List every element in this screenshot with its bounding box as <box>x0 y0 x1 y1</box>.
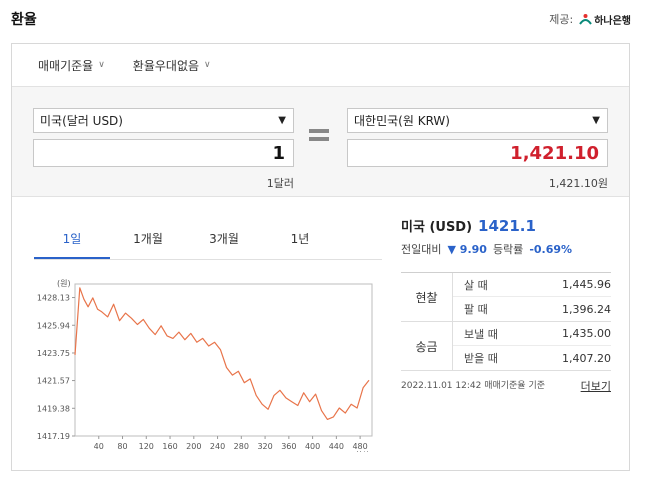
rate-footer: 2022.11.01 12:42 매매기준율 기준 더보기 <box>401 378 611 394</box>
chevron-down-icon: ∨ <box>98 60 105 70</box>
to-currency-select[interactable]: 대한민국(원 KRW) ▼ <box>347 108 608 133</box>
period-tabs: 1일 1개월 3개월 1년 <box>34 220 382 260</box>
rate-summary: 미국 (USD) 1421.1 전일대비 ▼ 9.90 등락률 -0.69% <box>401 216 611 257</box>
row-value: 1,445.96 <box>562 278 611 291</box>
equals-icon <box>309 129 329 145</box>
table-row: 보낼 때 1,435.00 <box>453 322 611 346</box>
change-amount: 9.90 <box>459 242 487 256</box>
row-label: 팔 때 <box>464 303 488 316</box>
row-label: 보낼 때 <box>464 327 498 341</box>
tab-1-month[interactable]: 1개월 <box>110 220 186 259</box>
hana-logo-icon <box>579 13 593 25</box>
x-tick-label: 80 <box>117 442 127 451</box>
change-rate-label: 등락률 <box>492 243 524 256</box>
x-tick-label: 440 <box>329 442 344 451</box>
converter: 미국(달러 USD) ▼ 1 1달러 대한민국(원 KRW) ▼ 1,421.1… <box>12 87 629 197</box>
y-tick-label: 1421.57 <box>37 377 70 386</box>
to-amount-input[interactable]: 1,421.10 <box>347 139 608 167</box>
x-unit-label: (회차) <box>352 451 373 452</box>
to-box: 대한민국(원 KRW) ▼ 1,421.10 1,421.10원 <box>347 108 608 191</box>
x-tick-label: 320 <box>257 442 272 451</box>
more-link[interactable]: 더보기 <box>581 378 611 394</box>
change-percent: -0.69% <box>529 242 573 256</box>
change-label: 전일대비 <box>401 243 442 256</box>
tab-3-months[interactable]: 3개월 <box>186 220 262 259</box>
x-tick-label: 480 <box>352 442 367 451</box>
to-amount-text: 1,421.10원 <box>548 177 608 190</box>
preference-dropdown[interactable]: 환율우대없음 ∨ <box>133 57 211 74</box>
from-currency-label: 미국(달러 USD) <box>40 114 123 128</box>
provider-label: 제공: <box>549 13 574 26</box>
basis-label: 매매기준율 <box>38 58 94 73</box>
y-tick-label: 1417.19 <box>37 432 70 441</box>
table-row: 살 때 1,445.96 <box>453 273 611 297</box>
x-tick-label: 200 <box>186 442 201 451</box>
caret-down-icon: ▼ <box>592 115 600 126</box>
chevron-down-icon: ∨ <box>204 60 211 70</box>
from-amount-input[interactable]: 1 <box>33 139 294 167</box>
from-box: 미국(달러 USD) ▼ 1 1달러 <box>33 108 294 191</box>
transfer-label: 송금 <box>401 322 453 370</box>
provider-name: 하나은행 <box>594 15 631 27</box>
table-row: 받을 때 1,407.20 <box>453 346 611 370</box>
country-label: 미국 (USD) <box>401 220 473 235</box>
change-value: ▼ 9.90 <box>447 243 486 256</box>
rate-table: 현찰 살 때 1,445.96 팔 때 1,396.24 송금 보낼 때 1,4… <box>401 272 611 371</box>
basis-dropdown[interactable]: 매매기준율 ∨ <box>38 57 105 74</box>
y-unit-label: (원) <box>57 279 71 288</box>
from-currency-select[interactable]: 미국(달러 USD) ▼ <box>33 108 294 133</box>
row-value: 1,396.24 <box>562 302 611 316</box>
from-amount-text: 1달러 <box>266 177 294 190</box>
x-tick-label: 40 <box>94 442 104 451</box>
x-tick-label: 120 <box>139 442 154 451</box>
hana-bank-logo[interactable]: 하나은행 <box>579 12 631 27</box>
y-tick-label: 1419.38 <box>37 404 70 413</box>
cash-label: 현찰 <box>401 273 453 321</box>
row-label: 받을 때 <box>464 352 498 365</box>
y-tick-label: 1425.94 <box>37 321 70 330</box>
caret-down-icon: ▼ <box>278 115 286 126</box>
to-currency-label: 대한민국(원 KRW) <box>354 114 450 128</box>
timestamp: 2022.11.01 12:42 매매기준율 기준 <box>401 381 546 391</box>
provider: 제공: 하나은행 <box>549 11 631 27</box>
down-arrow-icon: ▼ <box>447 242 456 256</box>
rate-line-chart: (원) 1428.13 1425.94 1423.75 1421.57 1419.38 14… <box>37 279 373 452</box>
settings-bar: 매매기준율 ∨ 환율우대없음 ∨ <box>12 44 629 87</box>
y-tick-label: 1428.13 <box>37 294 70 303</box>
current-rate: 1421.1 <box>478 217 536 235</box>
x-tick-label: 360 <box>281 442 296 451</box>
exchange-panel: 매매기준율 ∨ 환율우대없음 ∨ 미국(달러 USD) ▼ 1 1달러 대한민국… <box>11 43 630 471</box>
page-title: 환율 <box>11 12 37 28</box>
table-row: 팔 때 1,396.24 <box>453 297 611 321</box>
y-tick-label: 1423.75 <box>37 349 70 358</box>
transfer-group: 송금 보낼 때 1,435.00 받을 때 1,407.20 <box>401 322 611 371</box>
x-tick-label: 400 <box>305 442 320 451</box>
row-value: 1,435.00 <box>562 327 611 340</box>
preference-label: 환율우대없음 <box>132 58 200 73</box>
x-tick-label: 240 <box>210 442 225 451</box>
cash-group: 현찰 살 때 1,445.96 팔 때 1,396.24 <box>401 273 611 322</box>
tab-1-year[interactable]: 1년 <box>262 220 338 259</box>
x-tick-label: 280 <box>234 442 249 451</box>
x-tick-label: 160 <box>162 442 177 451</box>
tab-1-day[interactable]: 1일 <box>34 220 110 259</box>
row-value: 1,407.20 <box>562 351 611 365</box>
row-label: 살 때 <box>464 278 488 292</box>
